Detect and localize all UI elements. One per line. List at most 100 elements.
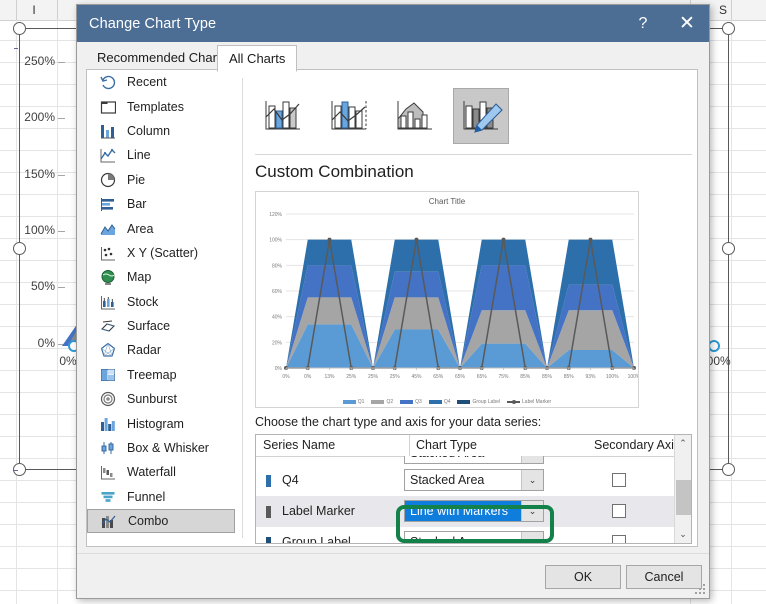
ok-button[interactable]: OK: [545, 565, 621, 589]
chart-thumbnail-clustered-column-line[interactable]: [255, 88, 311, 144]
chart-resize-handle[interactable]: [13, 242, 26, 255]
sidebar-item-line[interactable]: Line: [87, 143, 235, 167]
preview-y-tick-label: 100%: [269, 238, 282, 244]
sidebar-item-recent[interactable]: Recent: [87, 70, 235, 94]
chevron-down-icon[interactable]: ⌄: [521, 456, 543, 463]
tab-recommended-charts[interactable]: Recommended Charts: [86, 46, 239, 69]
legend-color-swatch: [371, 400, 385, 404]
sidebar-item-label: Bar: [127, 197, 147, 212]
chart-type-content: Custom Combination Chart Title 120% 100% 8…: [250, 70, 697, 546]
secondary-axis-checkbox[interactable]: [612, 535, 626, 543]
sidebar-item-combo[interactable]: Combo: [87, 509, 235, 534]
table-row[interactable]: Group Label Stacked Area ⌄: [256, 527, 676, 544]
sidebar-item-surface[interactable]: Surface: [87, 314, 235, 338]
chart-resize-handle[interactable]: [722, 22, 735, 35]
table-scrollbar[interactable]: ⌃ ⌄: [674, 435, 691, 543]
sidebar-item-pie[interactable]: Pie: [87, 168, 235, 192]
sidebar-item-histogram[interactable]: Histogram: [87, 411, 235, 435]
combo-chart-icon: [100, 513, 117, 530]
chart-type-sidebar: Recent Templates Column Line Pie Bar Area X Y (…: [87, 70, 235, 546]
chevron-down-icon[interactable]: ⌄: [521, 532, 543, 543]
chart-resize-handle[interactable]: [722, 242, 735, 255]
area-chart-icon: [99, 220, 116, 237]
chart-type-dropdown-value: Stacked Area: [410, 535, 485, 544]
surface-chart-icon: [99, 318, 116, 335]
chevron-down-icon[interactable]: ⌄: [521, 470, 543, 490]
column-separator: [731, 0, 732, 20]
column-separator: [57, 0, 58, 20]
legend-item-group-label: Group Label: [457, 399, 500, 405]
legend-label: Label Marker: [522, 399, 552, 405]
background-axis-label: 250%: [24, 54, 55, 68]
preview-x-tick-label: 65%: [477, 374, 488, 380]
legend-label: Group Label: [472, 399, 501, 405]
chart-resize-handle[interactable]: [722, 463, 735, 476]
grid-col-line: [57, 20, 58, 604]
preview-line-marker: [501, 237, 506, 242]
sidebar-item-label: Area: [127, 221, 154, 236]
table-row[interactable]: Q4 Stacked Area ⌄: [256, 465, 676, 496]
dialog-tabstrip: Recommended Charts All Charts: [77, 42, 709, 72]
chart-thumbnail-stacked-area-clustered-column[interactable]: [387, 88, 443, 144]
chart-thumbnail-custom-combination[interactable]: [453, 88, 509, 144]
sidebar-item-label: Radar: [127, 343, 162, 358]
cancel-button[interactable]: Cancel: [626, 565, 702, 589]
chevron-down-icon[interactable]: ⌄: [521, 501, 543, 521]
preview-x-tick-label: 65%: [455, 374, 466, 380]
pie-chart-icon: [99, 171, 116, 188]
grip-dot: [703, 592, 705, 594]
background-axis-label: 50%: [30, 279, 55, 293]
sidebar-item-area[interactable]: Area: [87, 216, 235, 240]
tab-all-charts[interactable]: All Charts: [217, 45, 298, 72]
stock-chart-icon: [99, 293, 116, 310]
series-name-label: Label Marker: [282, 504, 355, 518]
preview-x-tick-label: 25%: [390, 374, 401, 380]
chart-type-dropdown-partial[interactable]: Stacked Area ⌄: [404, 456, 544, 464]
chart-type-dropdown[interactable]: Stacked Area ⌄: [404, 469, 544, 491]
radar-chart-icon: [99, 342, 116, 359]
grip-dot: [703, 584, 705, 586]
chart-type-dropdown-value: Stacked Area: [410, 473, 485, 487]
grip-dot: [699, 588, 701, 590]
background-axis-label: 0%: [37, 336, 55, 350]
sidebar-item-bar[interactable]: Bar: [87, 192, 235, 216]
table-row[interactable]: Label Marker Line with Markers ⌄: [256, 496, 676, 527]
sidebar-item-waterfall[interactable]: Waterfall: [87, 460, 235, 484]
sidebar-item-funnel[interactable]: Funnel: [87, 485, 235, 509]
legend-color-swatch: [428, 400, 442, 404]
sidebar-item-templates[interactable]: Templates: [87, 94, 235, 118]
table-header-row: Series Name Chart Type Secondary Axis: [256, 435, 691, 457]
legend-item-q3: Q3: [400, 399, 422, 405]
sidebar-item-treemap[interactable]: Treemap: [87, 363, 235, 387]
scroll-down-icon[interactable]: ⌄: [675, 526, 691, 543]
column-separator: [16, 0, 17, 20]
funnel-chart-icon: [99, 488, 116, 505]
background-axis-label: 200%: [24, 110, 55, 124]
preview-x-tick-label: 85%: [520, 374, 531, 380]
secondary-axis-checkbox[interactable]: [612, 504, 626, 518]
sidebar-item-radar[interactable]: Radar: [87, 338, 235, 362]
column-chart-icon: [99, 122, 116, 139]
sidebar-item-label: Line: [127, 148, 151, 163]
preview-y-tick-label: 20%: [272, 340, 283, 346]
sidebar-item-x-y-scatter[interactable]: X Y (Scatter): [87, 241, 235, 265]
scrollbar-thumb[interactable]: [676, 480, 691, 515]
secondary-axis-checkbox[interactable]: [612, 473, 626, 487]
sidebar-item-map[interactable]: Map: [87, 265, 235, 289]
sidebar-item-stock[interactable]: Stock: [87, 290, 235, 314]
resize-grip[interactable]: [695, 584, 706, 595]
help-icon[interactable]: ?: [623, 5, 663, 42]
sidebar-item-box-whisker[interactable]: Box & Whisker: [87, 436, 235, 460]
chart-resize-handle[interactable]: [13, 22, 26, 35]
scroll-up-icon[interactable]: ⌃: [675, 435, 691, 452]
sidebar-item-column[interactable]: Column: [87, 119, 235, 143]
chart-thumbnail-clustered-column-line-on-secondary-axis[interactable]: [321, 88, 377, 144]
sidebar-item-sunburst[interactable]: Sunburst: [87, 387, 235, 411]
combo-variant-title: Custom Combination: [255, 162, 414, 181]
column-header-i[interactable]: I: [14, 0, 54, 20]
legend-item-q2: Q2: [371, 399, 393, 405]
close-icon[interactable]: ✕: [667, 5, 707, 42]
preview-y-tick-label: 40%: [272, 315, 283, 321]
chart-type-dropdown[interactable]: Stacked Area ⌄: [404, 531, 544, 544]
chart-type-dropdown[interactable]: Line with Markers ⌄: [404, 500, 544, 522]
